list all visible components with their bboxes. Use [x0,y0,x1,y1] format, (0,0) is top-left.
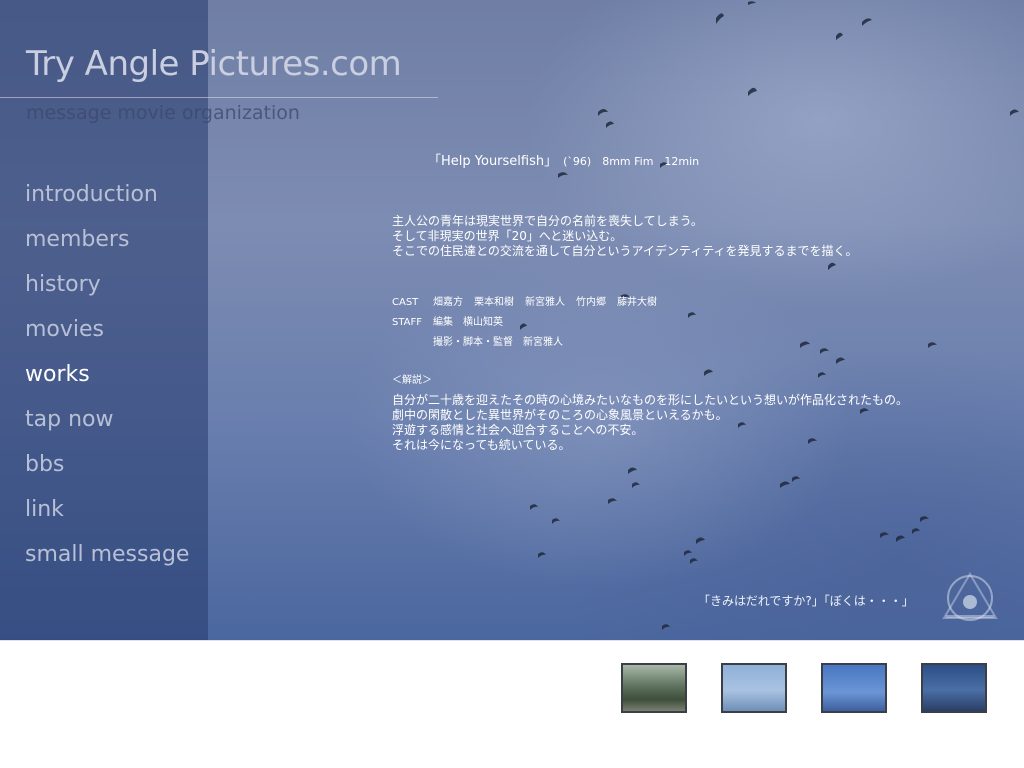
commentary-heading: ＜解説＞ [392,375,432,386]
commentary-line: 劇中の閑散とした異世界がそのころの心象風景といえるかも。 [392,408,728,422]
staff-row: STAFF 編集 横山知英 [392,313,668,333]
commentary: 自分が二十歳を迎えたその時の心境みたいなものを形にしたいという想いが作品化された… [392,393,908,453]
thumbnail-scene-4[interactable] [921,663,987,713]
staff-label: STAFF [392,317,423,328]
nav-item-bbs[interactable]: bbs [25,448,189,493]
staff-spacer [392,333,433,353]
synopsis-line: 主人公の青年は現実世界で自分の名前を喪失してしまう。 [392,214,703,228]
work-title-line: 「Help Yourselfish」 (`96) 8mm Fim 12min [428,154,699,169]
credits: CAST 畑嘉方 栗本和樹 新宮雅人 竹内郷 藤井大樹 STAFF 編集 横山知英 撮影… [392,293,668,353]
synopsis: 主人公の青年は現実世界で自分の名前を喪失してしまう。 そして非現実の世界「20」… [392,214,857,259]
cast-row: CAST 畑嘉方 栗本和樹 新宮雅人 竹内郷 藤井大樹 [392,293,668,313]
staff-row: 撮影・脚本・監督 新宮雅人 [392,333,668,353]
staff-editor: 編集 横山知英 [433,317,503,328]
nav-item-movies[interactable]: movies [25,313,189,358]
cast-member: 新宮雅人 [525,297,565,308]
nav-item-history[interactable]: history [25,268,189,313]
triangle-logo-icon [942,572,998,621]
nav-item-tap-now[interactable]: tap now [25,403,189,448]
nav-item-members[interactable]: members [25,223,189,268]
quote-text: 「きみはだれですか?」「ぼくは・・・」 [698,594,914,608]
thumbnail-scene-3[interactable] [821,663,887,713]
site-subtitle: message movie organization [26,102,300,124]
title-divider [0,97,438,98]
synopsis-line: そして非現実の世界「20」へと迷い込む。 [392,229,623,243]
commentary-line: 浮遊する感情と社会へ迎合することへの不安。 [392,423,644,437]
cast-member: 畑嘉方 [433,297,463,308]
nav-item-link[interactable]: link [25,493,189,538]
cast-list: 畑嘉方 栗本和樹 新宮雅人 竹内郷 藤井大樹 [433,293,668,313]
cast-member: 竹内郷 [576,297,606,308]
commentary-line: 自分が二十歳を迎えたその時の心境みたいなものを形にしたいという想いが作品化された… [392,393,909,407]
nav-item-small-message[interactable]: small message [25,538,189,583]
main-nav: introduction members history movies work… [25,178,189,583]
cast-label: CAST [392,297,419,308]
staff-director: 撮影・脚本・監督 新宮雅人 [433,337,563,348]
work-meta: (`96) 8mm Fim 12min [563,155,700,168]
thumbnail-scene-2[interactable] [721,663,787,713]
nav-item-introduction[interactable]: introduction [25,178,189,223]
cast-member: 栗本和樹 [474,297,514,308]
nav-item-works[interactable]: works [25,358,189,403]
work-title: 「Help Yourselfish」 [428,154,558,169]
commentary-line: それは今になっても続いている。 [392,438,571,452]
thumbnail-scene-1[interactable] [621,663,687,713]
synopsis-line: そこでの住民達との交流を通して自分というアイデンティティを発見するまでを描く。 [392,244,858,258]
site-title[interactable]: Try Angle Pictures.com [26,44,402,84]
cast-member: 藤井大樹 [617,297,657,308]
